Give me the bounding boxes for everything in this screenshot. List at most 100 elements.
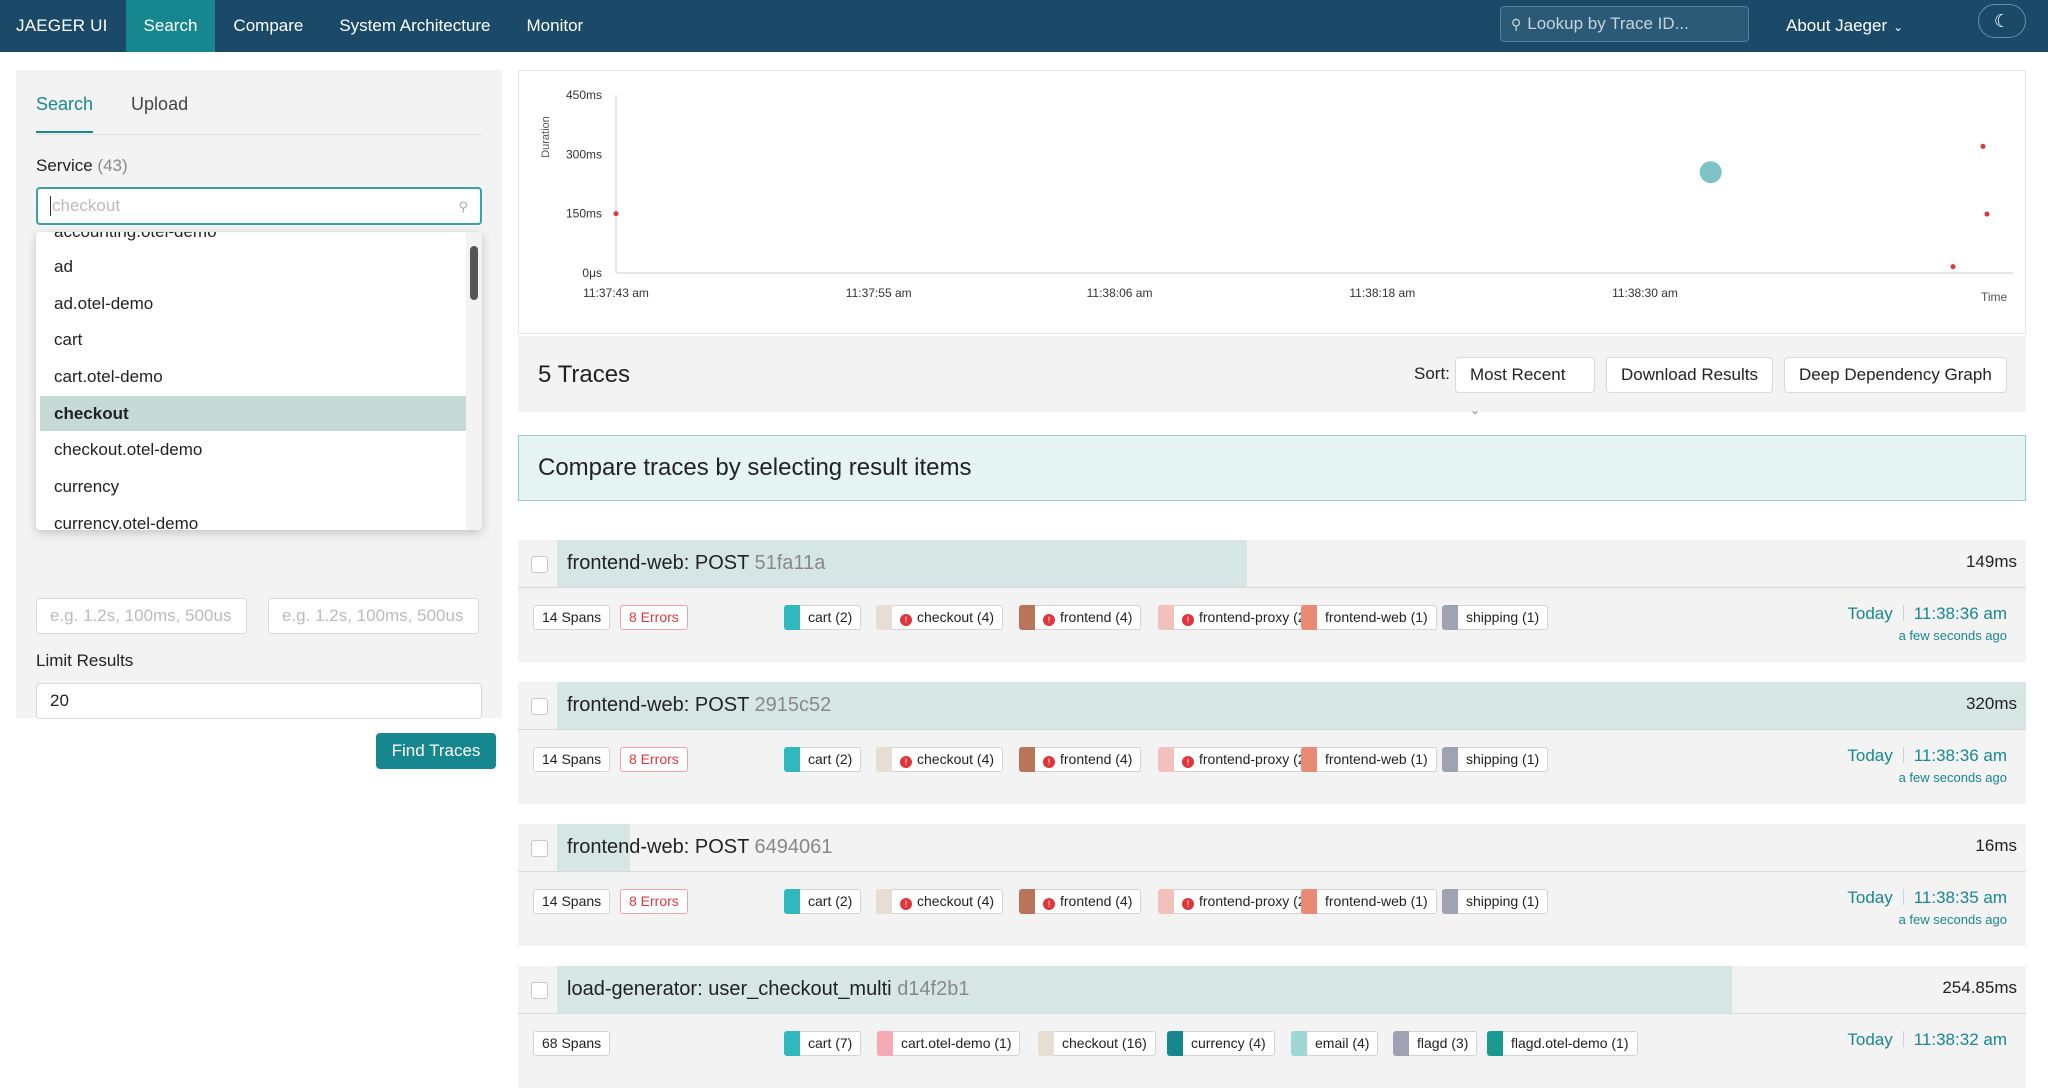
trace-title[interactable]: frontend-web: POST 6494061 (567, 836, 832, 859)
service-name: frontend-proxy (2) (1199, 893, 1311, 909)
error-count-badge: 8 Errors (620, 747, 688, 772)
service-tag-label: shipping (1) (1458, 605, 1549, 630)
trace-row[interactable]: frontend-web: POST 6494061 16ms 14 Spans 8 … (518, 824, 2026, 946)
deep-dependency-graph-button[interactable]: Deep Dependency Graph (1784, 357, 2007, 393)
service-tag-label: flagd (3) (1409, 1031, 1478, 1056)
trace-select-checkbox[interactable] (531, 840, 548, 857)
error-icon: ! (1043, 756, 1055, 768)
dropdown-option[interactable]: checkout.otel-demo (40, 432, 467, 467)
service-name: frontend (4) (1060, 893, 1133, 909)
trace-row[interactable]: frontend-web: POST 51fa11a 149ms 14 Spans 8… (518, 540, 2026, 662)
service-name: checkout (16) (1062, 1035, 1147, 1051)
x-tick-label: 11:37:43 am (583, 286, 649, 300)
trace-name: frontend-web: POST (567, 552, 755, 574)
dropdown-option[interactable]: ad (40, 249, 467, 284)
service-tag-label: checkout (16) (1054, 1031, 1156, 1056)
service-tag: frontend-web (1) (1301, 605, 1437, 630)
service-name: frontend-proxy (2) (1199, 609, 1311, 625)
trace-row[interactable]: frontend-web: POST 2915c52 320ms 14 Spans 8… (518, 682, 2026, 804)
error-icon: ! (900, 756, 912, 768)
nav-search[interactable]: Search (125, 0, 216, 52)
about-menu[interactable]: About Jaeger ⌄ (1786, 0, 1903, 52)
service-tag-label: ! checkout (4) (892, 889, 1004, 914)
service-select[interactable]: checkout ⚲ (36, 187, 482, 225)
trace-relative-time: a few seconds ago (1898, 628, 2007, 643)
service-tag-label: frontend-web (1) (1317, 889, 1437, 914)
service-name: checkout (4) (917, 751, 995, 767)
service-tag: flagd (3) (1393, 1031, 1478, 1056)
service-color-swatch (1158, 889, 1174, 914)
find-traces-button[interactable]: Find Traces (376, 733, 496, 769)
trace-duration: 16ms (1975, 836, 2017, 855)
dropdown-scrollbar[interactable] (470, 246, 478, 300)
service-tag: currency (4) (1167, 1031, 1275, 1056)
nav-compare[interactable]: Compare (215, 0, 321, 52)
dropdown-option[interactable]: currency (40, 469, 467, 504)
service-tag-label: shipping (1) (1458, 747, 1549, 772)
trace-relative-time: a few seconds ago (1898, 770, 2007, 785)
trace-row[interactable]: load-generator: user_checkout_multi d14f… (518, 966, 2026, 1088)
dropdown-option[interactable]: ad.otel-demo (40, 286, 467, 321)
min-duration-input[interactable]: e.g. 1.2s, 100ms, 500us (36, 598, 247, 634)
service-color-swatch (1301, 889, 1317, 914)
trace-name: frontend-web: POST (567, 694, 755, 716)
row-divider (518, 1013, 2026, 1014)
trace-select-checkbox[interactable] (531, 982, 548, 999)
trace-relative-time: a few seconds ago (1898, 912, 2007, 927)
dropdown-option[interactable]: cart (40, 322, 467, 357)
limit-label: Limit Results (36, 651, 134, 670)
trace-id-input[interactable] (1527, 14, 1738, 34)
timestamp-separator (1902, 747, 1904, 763)
dropdown-option[interactable]: currency.otel-demo (40, 506, 467, 530)
trace-title[interactable]: frontend-web: POST 2915c52 (567, 694, 831, 717)
service-label: Service (43) (36, 156, 128, 176)
trace-name: frontend-web: POST (567, 836, 755, 858)
service-dropdown: accounting.otel-demo ad ad.otel-demo car… (36, 232, 482, 530)
service-color-swatch (1442, 889, 1458, 914)
nav-monitor[interactable]: Monitor (509, 0, 602, 52)
dropdown-option[interactable]: cart.otel-demo (40, 359, 467, 394)
row-divider (518, 729, 2026, 730)
download-results-button[interactable]: Download Results (1606, 357, 1774, 393)
service-tag-label: ! frontend (4) (1035, 747, 1142, 772)
service-tag: cart (2) (784, 747, 862, 772)
trace-duration: 254.85ms (1942, 978, 2017, 997)
scatter-point (1950, 264, 1956, 270)
service-color-swatch (1301, 747, 1317, 772)
service-tag: ! frontend-proxy (2) (1158, 605, 1320, 630)
results-header: 5 Traces Sort: Most Recent ⌄ Download Re… (518, 336, 2026, 417)
trace-title[interactable]: load-generator: user_checkout_multi d14f… (567, 978, 969, 1001)
dropdown-option-selected[interactable]: checkout (40, 396, 467, 431)
error-icon: ! (1043, 898, 1055, 910)
service-tag-label: frontend-web (1) (1317, 605, 1437, 630)
theme-toggle-moon-icon[interactable]: ☾ (1978, 4, 2026, 38)
service-tag-label: ! frontend (4) (1035, 605, 1142, 630)
trace-select-checkbox[interactable] (531, 698, 548, 715)
nav-system-architecture[interactable]: System Architecture (321, 0, 508, 52)
search-panel: Search Upload Service (43) checkout ⚲ ac… (16, 70, 502, 769)
y-axis-label: Duration (540, 116, 552, 158)
chevron-down-icon: ⌄ (1470, 403, 1481, 417)
trace-select-checkbox[interactable] (531, 556, 548, 573)
error-icon: ! (900, 898, 912, 910)
service-tag: ! frontend (4) (1019, 605, 1142, 630)
tab-search[interactable]: Search (36, 94, 94, 133)
trace-timestamp: Today 11:38:32 am (1847, 1030, 2007, 1050)
service-tag-label: ! checkout (4) (892, 747, 1004, 772)
brand-logo[interactable]: JAEGER UI (0, 0, 126, 52)
service-tag-label: currency (4) (1183, 1031, 1275, 1056)
service-tag: ! frontend-proxy (2) (1158, 889, 1320, 914)
dropdown-option[interactable]: accounting.otel-demo (40, 232, 467, 249)
sort-label: Sort: (1414, 364, 1450, 383)
span-count-badge: 14 Spans (533, 605, 611, 630)
max-duration-input[interactable]: e.g. 1.2s, 100ms, 500us (268, 598, 479, 634)
service-name: cart (2) (808, 751, 853, 767)
trace-title[interactable]: frontend-web: POST 51fa11a (567, 552, 825, 575)
tab-upload[interactable]: Upload (131, 94, 188, 133)
limit-input[interactable]: 20 (36, 683, 482, 719)
service-tag: shipping (1) (1442, 889, 1549, 914)
service-name: shipping (1) (1466, 893, 1540, 909)
sort-select[interactable]: Most Recent ⌄ (1455, 357, 1595, 417)
service-name: frontend (4) (1060, 609, 1133, 625)
scatter-point (1699, 161, 1722, 184)
